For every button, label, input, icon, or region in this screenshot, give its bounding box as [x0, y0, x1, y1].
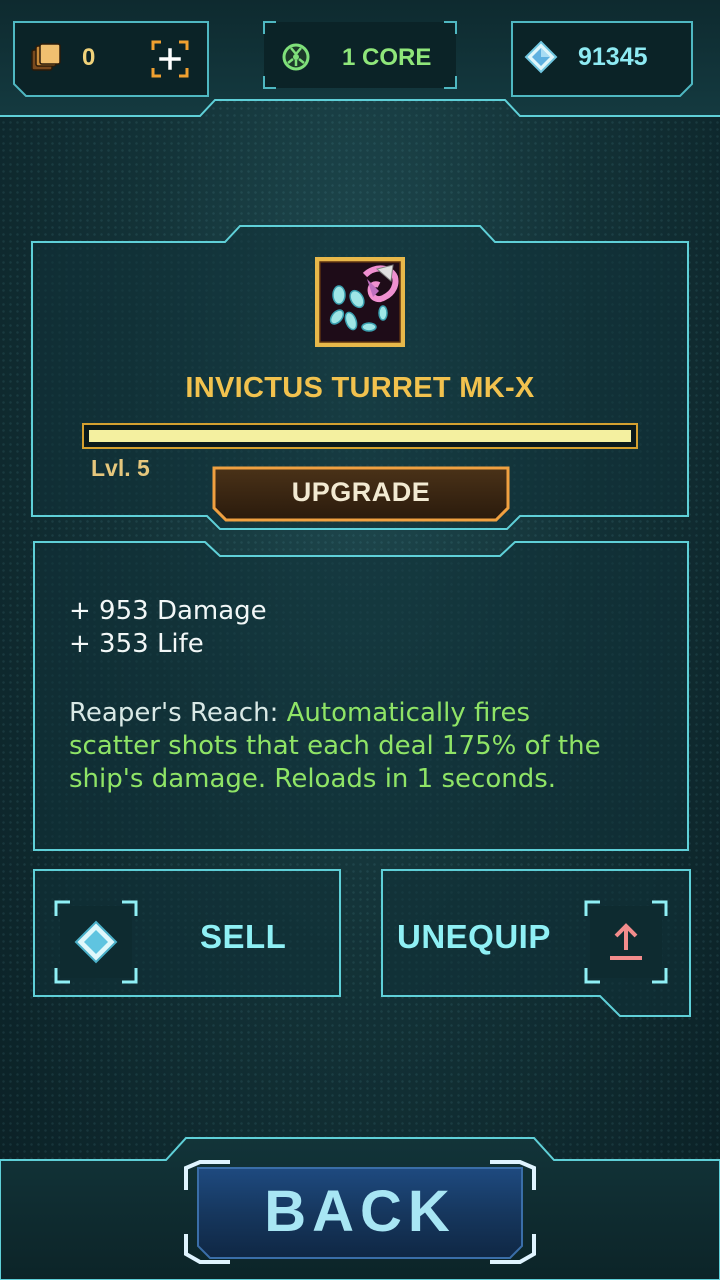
back-label[interactable]: BACK	[0, 1178, 720, 1245]
back-button[interactable]	[0, 0, 720, 1280]
